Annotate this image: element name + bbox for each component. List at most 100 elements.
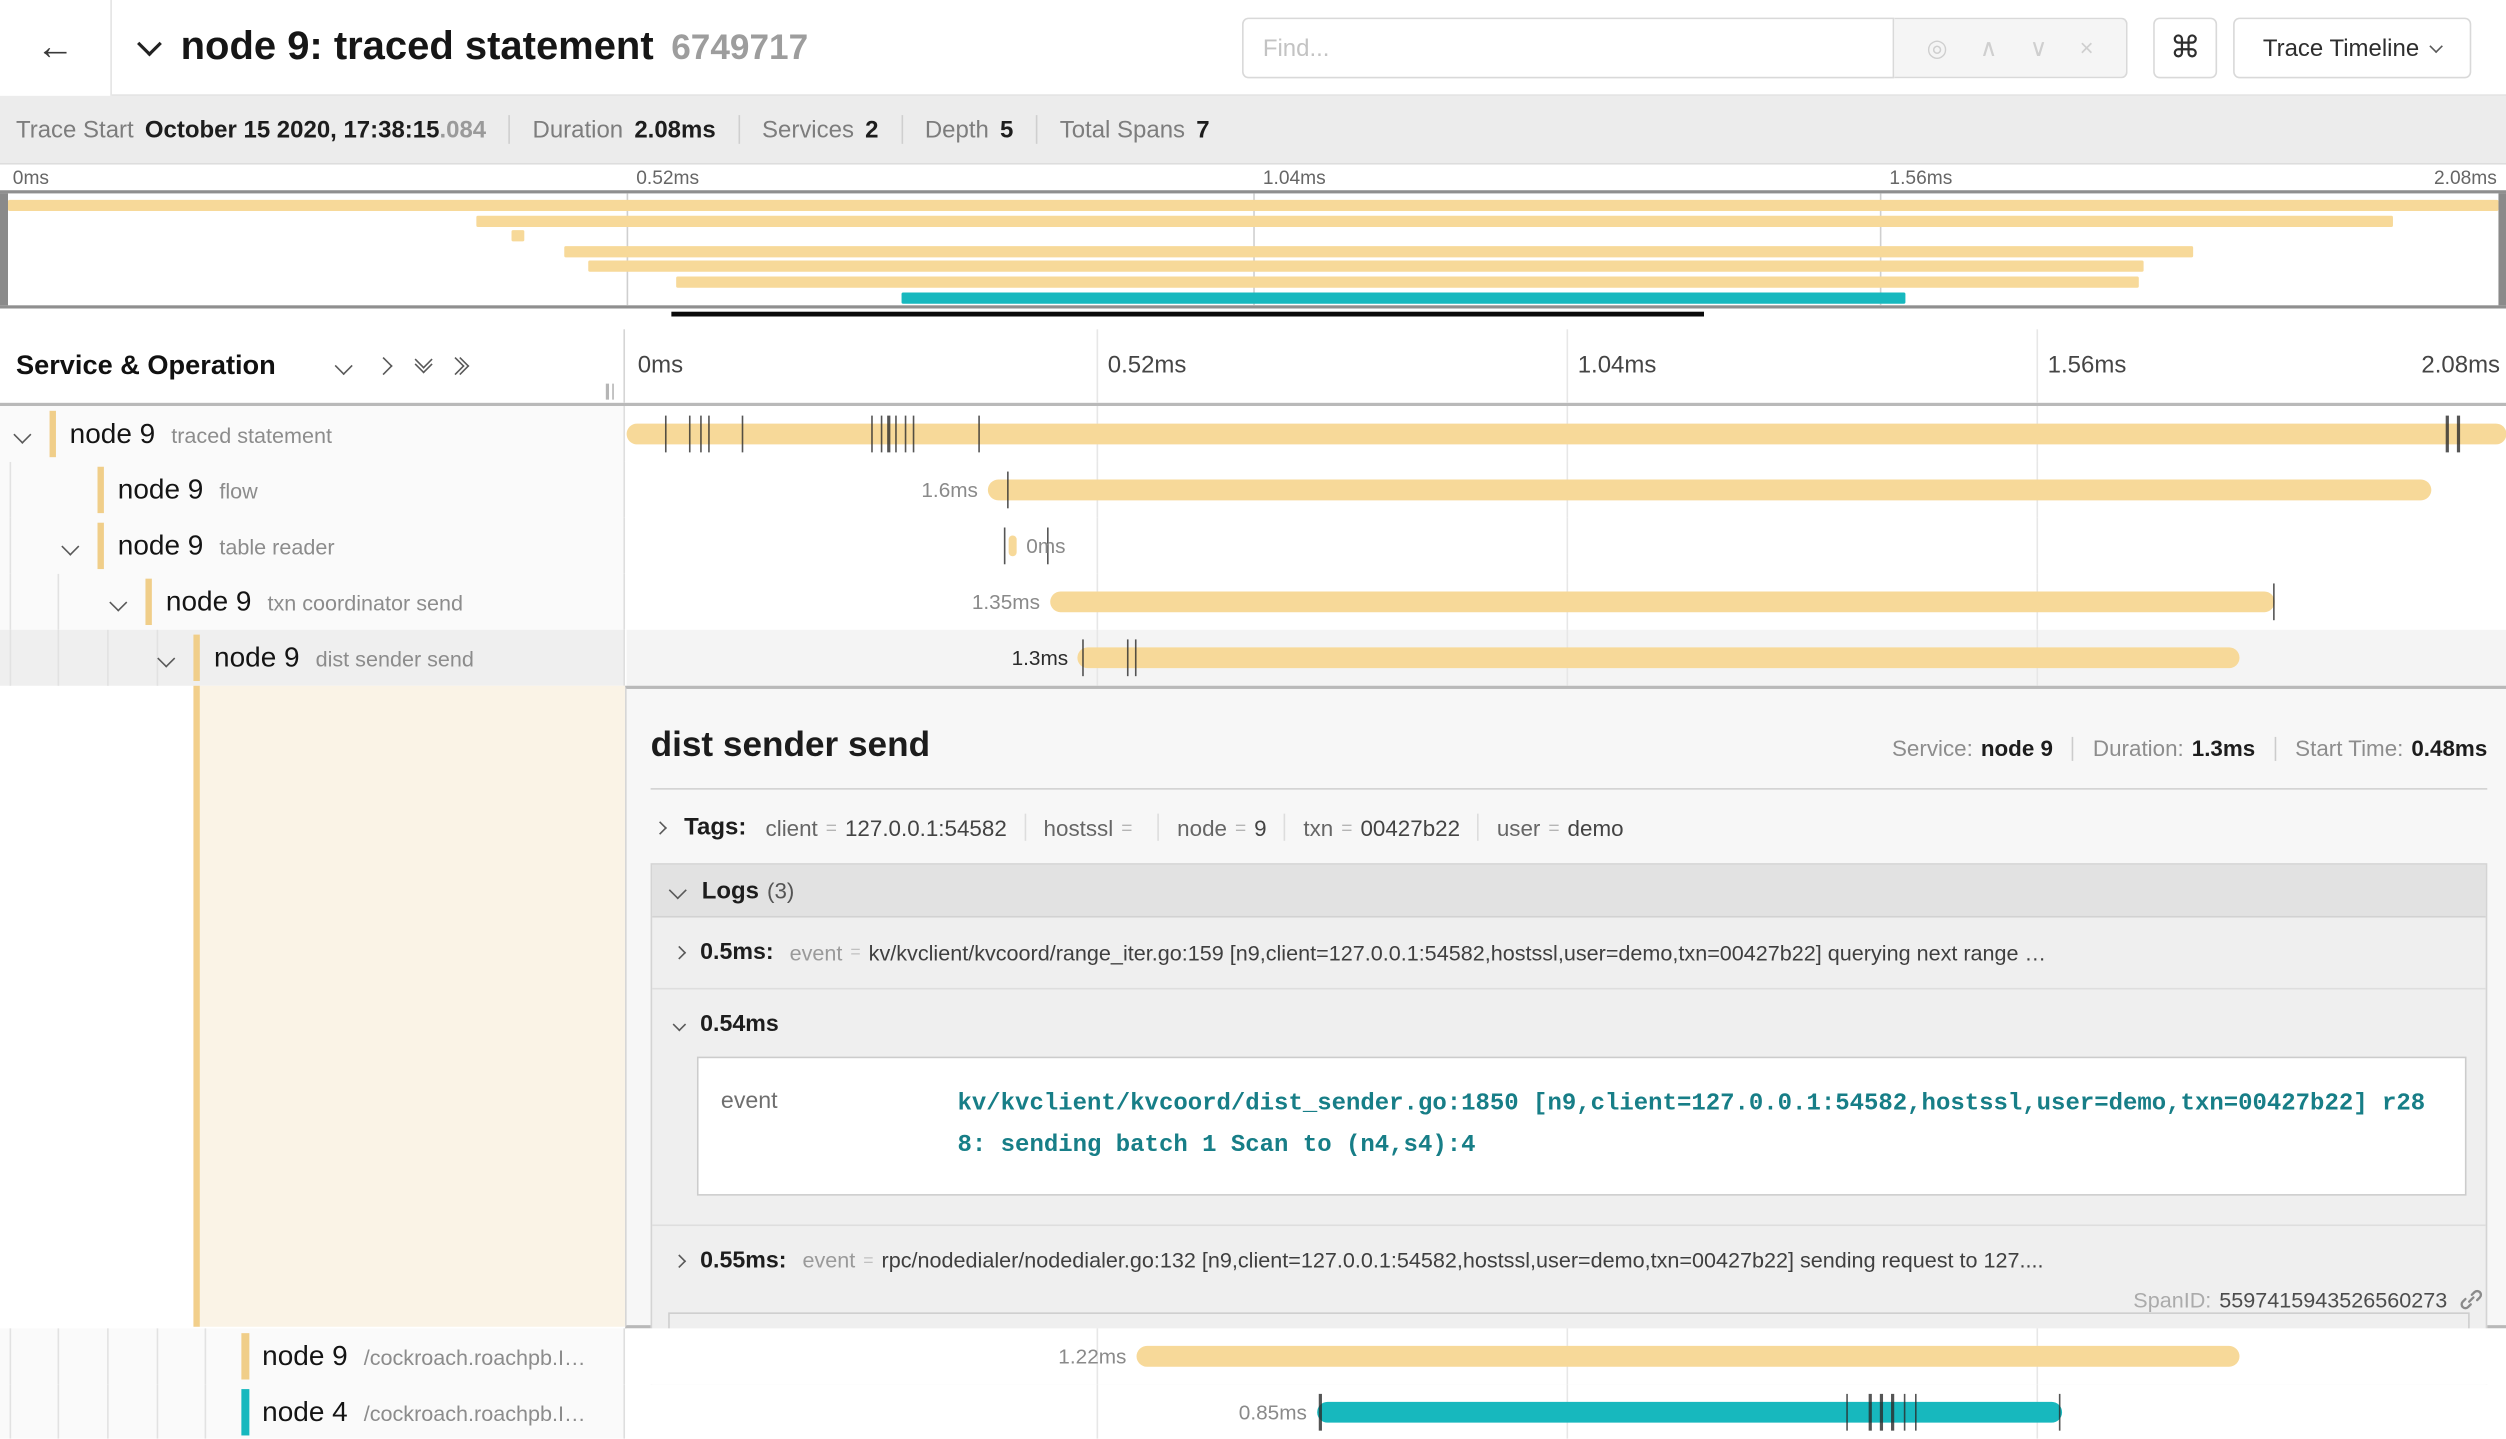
log-marker-tick <box>895 416 897 453</box>
span-row[interactable]: node 4/cockroach.roachpb.I… 0.85ms <box>0 1384 2506 1438</box>
row-collapse-icon[interactable] <box>109 594 127 612</box>
column-resize-handle[interactable] <box>606 384 614 400</box>
chevron-right-icon <box>673 946 687 960</box>
log-timestamp: 0.54ms <box>700 1012 779 1038</box>
span-duration-bar[interactable] <box>1078 647 2240 668</box>
span-row-label-cell[interactable]: node 9flow <box>0 462 625 518</box>
span-duration-label: 1.6ms <box>921 478 978 502</box>
span-row-label-cell[interactable]: node 4/cockroach.roachpb.I… <box>0 1384 625 1438</box>
tag-item: client=127.0.0.1:54582 <box>766 814 1007 840</box>
chevron-down-icon[interactable]: ∨ <box>2030 34 2048 63</box>
span-row-timeline-cell[interactable]: 0ms <box>627 518 2506 574</box>
expand-all-icon[interactable] <box>456 360 466 373</box>
find-input[interactable] <box>1242 18 1894 79</box>
span-row-timeline-cell[interactable]: 1.6ms <box>627 462 2506 518</box>
trace-id: 6749717 <box>671 26 808 68</box>
row-collapse-icon[interactable] <box>61 538 79 556</box>
span-row-timeline-cell[interactable]: 1.22ms <box>627 1328 2506 1384</box>
tag-value: demo <box>1568 814 1624 840</box>
span-duration-bar[interactable] <box>627 424 2506 445</box>
log-entry-header[interactable]: 0.55ms:event=rpc/nodedialer/nodedialer.g… <box>671 1248 2469 1274</box>
log-entry[interactable]: 0.54mseventkv/kvclient/kvcoord/dist_send… <box>652 988 2485 1224</box>
row-collapse-icon[interactable] <box>13 426 31 444</box>
keyboard-shortcuts-button[interactable]: ⌘ <box>2153 18 2217 79</box>
span-row[interactable]: node 9/cockroach.roachpb.I… 1.22ms <box>0 1328 2506 1384</box>
equals-sign: = <box>863 1251 873 1270</box>
span-row-label-cell[interactable]: node 9/cockroach.roachpb.I… <box>0 1328 625 1384</box>
row-collapse-icon[interactable] <box>157 650 175 668</box>
span-row[interactable]: node 9dist sender send 1.3ms <box>0 630 2506 686</box>
log-marker-tick <box>880 416 882 453</box>
span-row-timeline-cell[interactable]: 0.85ms <box>627 1384 2506 1438</box>
log-entry-header[interactable]: 0.5ms:event=kv/kvclient/kvcoord/range_it… <box>671 940 2469 966</box>
ruler-tick-label: 1.56ms <box>2048 352 2127 379</box>
span-row-label-cell[interactable]: node 9dist sender send <box>0 630 625 686</box>
span-row-label-cell[interactable]: node 9table reader <box>0 518 625 574</box>
span-duration-bar[interactable] <box>1008 535 1016 556</box>
selected-span-children-highlight <box>200 686 625 1327</box>
span-row-timeline-cell[interactable] <box>627 406 2506 462</box>
span-service-name[interactable]: node 9txn coordinator send <box>166 585 463 619</box>
span-row[interactable]: node 9txn coordinator send 1.35ms <box>0 574 2506 630</box>
tag-item: hostssl= <box>1044 814 1141 840</box>
ruler-gridline <box>2036 329 2038 403</box>
collapse-all-icon[interactable] <box>334 357 352 375</box>
span-service-name[interactable]: node 9dist sender send <box>214 641 474 675</box>
span-duration-bar[interactable] <box>1050 591 2276 612</box>
span-service-name[interactable]: node 9table reader <box>118 529 335 563</box>
span-color-stripe <box>97 523 104 569</box>
tags-row[interactable]: Tags:client=127.0.0.1:54582hostssl=node=… <box>651 814 2488 841</box>
indent-guide <box>9 462 11 518</box>
log-entry[interactable]: 0.5ms:event=kv/kvclient/kvcoord/range_it… <box>652 918 2485 988</box>
log-field-value: kv/kvclient/kvcoord/range_iter.go:159 [n… <box>869 941 2046 965</box>
ruler-tick-label: 0.52ms <box>1108 352 1187 379</box>
link-icon[interactable] <box>2458 1287 2484 1313</box>
minimap-tick-label: 1.56ms <box>1889 166 1952 188</box>
trace-minimap: 0ms0.52ms1.04ms1.56ms2.08ms <box>0 165 2506 318</box>
summary-divider <box>738 115 740 144</box>
view-range-handle[interactable] <box>2498 193 2506 305</box>
log-field-value: rpc/nodedialer/nodedialer.go:132 [n9,cli… <box>882 1248 2044 1272</box>
equals-sign: = <box>1548 816 1559 838</box>
span-row-timeline-cell[interactable]: 1.3ms <box>627 630 2506 686</box>
span-service-name[interactable]: node 4/cockroach.roachpb.I… <box>262 1395 585 1429</box>
span-operation-name: flow <box>219 480 257 504</box>
span-duration-bar[interactable] <box>1136 1346 2239 1367</box>
minimap-scroll-indicator[interactable] <box>672 312 1705 317</box>
span-duration-label: 1.35ms <box>972 590 1040 614</box>
locate-icon[interactable]: ◎ <box>1927 34 1948 63</box>
log-marker-tick <box>689 416 691 453</box>
span-row[interactable]: node 9table reader 0ms <box>0 518 2506 574</box>
log-entry-header[interactable]: 0.54ms <box>671 1012 2469 1038</box>
span-row-timeline-cell[interactable]: 1.35ms <box>627 574 2506 630</box>
log-marker-tick <box>1082 639 1084 676</box>
span-service-name[interactable]: node 9traced statement <box>70 417 332 451</box>
logs-header[interactable]: Logs (3) <box>652 865 2485 918</box>
expand-one-icon[interactable] <box>374 357 392 375</box>
minimap-canvas[interactable] <box>0 190 2506 308</box>
back-button[interactable]: ← <box>0 0 112 95</box>
indent-guide <box>58 630 60 686</box>
span-row-label-cell[interactable]: node 9traced statement <box>0 406 625 462</box>
span-duration-bar[interactable] <box>1316 1402 2062 1423</box>
span-operation-name: txn coordinator send <box>267 591 463 615</box>
close-icon[interactable]: × <box>2080 34 2094 61</box>
collapse-trace-icon[interactable] <box>137 32 162 57</box>
span-row-label-cell[interactable]: node 9txn coordinator send <box>0 574 625 630</box>
log-marker-tick <box>1134 639 1136 676</box>
span-row[interactable]: node 9traced statement <box>0 406 2506 462</box>
view-range-handle[interactable] <box>0 193 8 305</box>
log-entry[interactable]: 0.55ms:event=rpc/nodedialer/nodedialer.g… <box>652 1224 2485 1296</box>
tags-expand-icon[interactable] <box>653 820 667 834</box>
log-field-key: event <box>790 941 843 965</box>
span-row[interactable]: node 9flow 1.6ms <box>0 462 2506 518</box>
indent-guide <box>205 1384 207 1438</box>
span-duration-bar[interactable] <box>988 480 2432 501</box>
collapse-deep-icon[interactable] <box>416 361 429 371</box>
summary-label: Services <box>762 116 854 143</box>
chevron-up-icon[interactable]: ∧ <box>1980 34 1998 63</box>
view-select-button[interactable]: Trace Timeline <box>2233 18 2471 79</box>
span-service-name[interactable]: node 9flow <box>118 473 258 507</box>
span-service-name[interactable]: node 9/cockroach.roachpb.I… <box>262 1340 585 1374</box>
minimap-span-bar <box>564 246 2193 257</box>
